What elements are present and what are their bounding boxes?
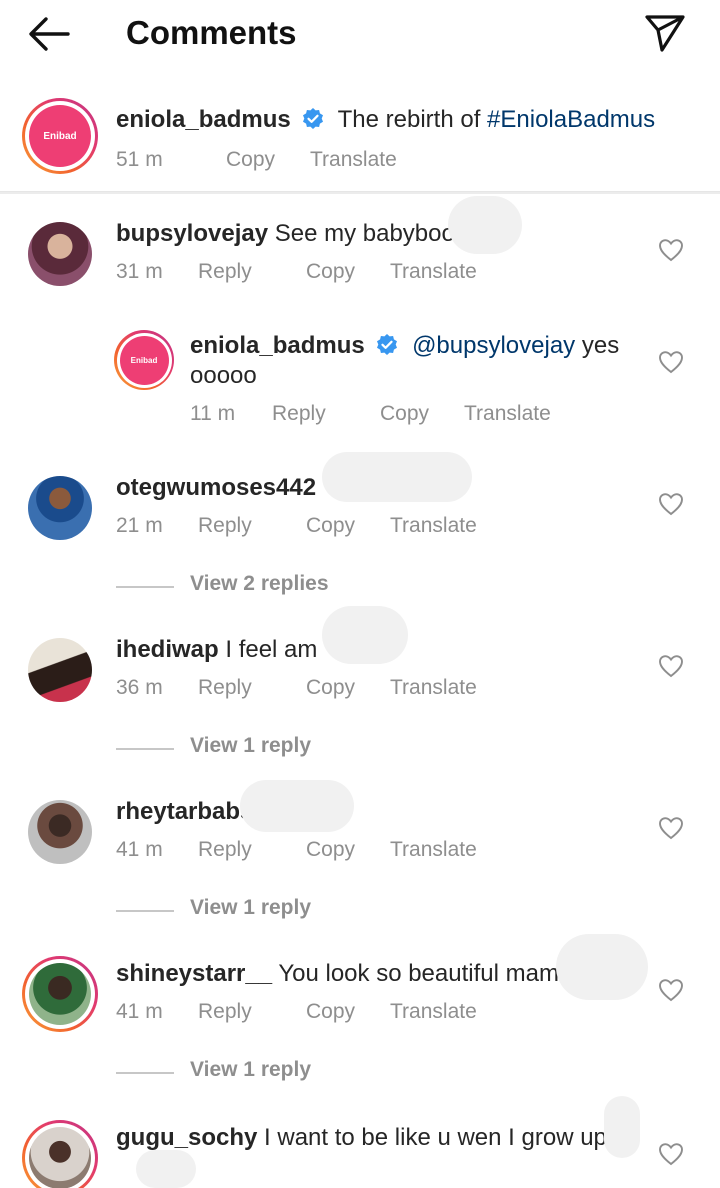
avatar[interactable] xyxy=(28,476,92,540)
reply-button[interactable]: Reply xyxy=(198,514,252,538)
copy-button[interactable]: Copy xyxy=(306,1000,355,1024)
avatar[interactable]: Enibad xyxy=(114,330,174,390)
reply-button[interactable]: Reply xyxy=(198,1000,252,1024)
comment-time: 41 m xyxy=(116,1000,163,1023)
like-heart-icon[interactable] xyxy=(658,238,684,262)
view-replies-button[interactable]: View 1 reply xyxy=(116,896,416,926)
copy-button[interactable]: Copy xyxy=(380,402,429,426)
verified-badge-icon xyxy=(377,334,398,355)
like-heart-icon[interactable] xyxy=(658,816,684,840)
comment-username[interactable]: gugu_sochy xyxy=(116,1124,257,1151)
comment-username[interactable]: otegwumoses442 xyxy=(116,474,316,501)
comment-item: rheytarbabs 41 m Reply Copy Translate Vi… xyxy=(0,796,720,926)
caption-avatar[interactable]: Enibad xyxy=(22,98,98,174)
like-heart-icon[interactable] xyxy=(658,1142,684,1166)
thread-line xyxy=(116,748,174,750)
thread-line xyxy=(116,1072,174,1074)
comment-username[interactable]: shineystarr__ xyxy=(116,960,272,987)
comment-time: 36 m xyxy=(116,676,163,699)
back-button[interactable] xyxy=(26,14,72,54)
brand-logo: Enibad xyxy=(130,355,158,365)
divider xyxy=(0,192,720,194)
translate-button[interactable]: Translate xyxy=(390,1000,477,1024)
translate-button[interactable]: Translate xyxy=(390,838,477,862)
avatar[interactable] xyxy=(28,638,92,702)
reply-button[interactable]: Reply xyxy=(198,676,252,700)
avatar[interactable] xyxy=(22,956,98,1032)
brand-logo: Enibad xyxy=(43,130,77,142)
caption-time: 51 m xyxy=(116,148,163,171)
redaction-smudge xyxy=(240,780,354,832)
comment-username[interactable]: rheytarbabs xyxy=(116,798,253,825)
comment-text: See my babyboo xyxy=(274,220,455,247)
comment-time: 41 m xyxy=(116,838,163,861)
redaction-smudge xyxy=(322,452,472,502)
avatar[interactable] xyxy=(28,222,92,286)
redaction-smudge xyxy=(556,934,648,1000)
like-heart-icon[interactable] xyxy=(658,350,684,374)
copy-button[interactable]: Copy xyxy=(306,260,355,284)
comment-text: I feel am xyxy=(225,636,318,663)
view-replies-label: View 2 replies xyxy=(190,572,329,595)
comment-time: 31 m xyxy=(116,260,163,283)
avatar[interactable] xyxy=(22,1120,98,1188)
comment-item: bupsylovejay See my babyboo 31 m Reply C… xyxy=(0,218,720,298)
mention-link[interactable]: @bupsylovejay xyxy=(412,332,575,359)
comment-username[interactable]: eniola_badmus xyxy=(190,332,365,359)
copy-button[interactable]: Copy xyxy=(306,676,355,700)
translate-button[interactable]: Translate xyxy=(390,260,477,284)
like-heart-icon[interactable] xyxy=(658,492,684,516)
reply-item: Enibad eniola_badmus @bupsylovejay yes o… xyxy=(0,330,720,430)
copy-button[interactable]: Copy xyxy=(306,838,355,862)
comment-text-continued: ooooo xyxy=(190,362,257,389)
translate-button[interactable]: Translate xyxy=(464,402,551,426)
reply-button[interactable]: Reply xyxy=(198,838,252,862)
comment-time: 11 m xyxy=(190,402,236,425)
view-replies-label: View 1 reply xyxy=(190,896,312,919)
redaction-smudge xyxy=(604,1096,640,1158)
redaction-smudge xyxy=(322,606,408,664)
comment-text: I want to be like u wen I grow up xyxy=(264,1124,607,1151)
page-title: Comments xyxy=(126,14,297,51)
caption-username[interactable]: eniola_badmus xyxy=(116,106,291,133)
caption-text: The rebirth of xyxy=(337,106,488,133)
comment-text: yes xyxy=(575,332,620,359)
reply-button[interactable]: Reply xyxy=(198,260,252,284)
verified-badge-icon xyxy=(303,108,324,129)
translate-button[interactable]: Translate xyxy=(390,676,477,700)
comment-username[interactable]: bupsylovejay xyxy=(116,220,268,247)
translate-button[interactable]: Translate xyxy=(390,514,477,538)
caption-hashtag[interactable]: #EniolaBadmus xyxy=(487,106,655,133)
view-replies-button[interactable]: View 2 replies xyxy=(116,572,416,602)
reply-button[interactable]: Reply xyxy=(272,402,326,426)
view-replies-label: View 1 reply xyxy=(190,734,312,757)
comment-username[interactable]: ihediwap xyxy=(116,636,219,663)
thread-line xyxy=(116,910,174,912)
share-button[interactable] xyxy=(642,10,688,56)
translate-button[interactable]: Translate xyxy=(310,148,397,172)
redaction-smudge xyxy=(136,1150,196,1188)
copy-button[interactable]: Copy xyxy=(306,514,355,538)
like-heart-icon[interactable] xyxy=(658,978,684,1002)
view-replies-label: View 1 reply xyxy=(190,1058,312,1081)
paper-plane-icon xyxy=(645,15,685,52)
arrow-left-icon xyxy=(29,17,70,51)
comment-time: 21 m xyxy=(116,514,163,537)
view-replies-button[interactable]: View 1 reply xyxy=(116,734,416,764)
redaction-smudge xyxy=(448,196,522,254)
view-replies-button[interactable]: View 1 reply xyxy=(116,1058,416,1088)
comment-text: You look so beautiful mami xyxy=(278,960,565,987)
avatar[interactable] xyxy=(28,800,92,864)
top-bar: Comments xyxy=(0,0,720,66)
post-caption: Enibad eniola_badmus The rebirth of #Eni… xyxy=(0,96,720,192)
thread-line xyxy=(116,586,174,588)
like-heart-icon[interactable] xyxy=(658,654,684,678)
copy-button[interactable]: Copy xyxy=(226,148,275,172)
